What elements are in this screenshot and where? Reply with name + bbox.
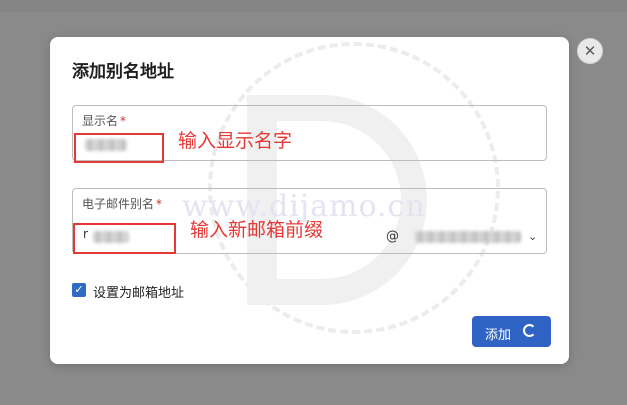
- backdrop-top-edge: [0, 0, 627, 12]
- domain-select-value-blurred[interactable]: [415, 231, 521, 243]
- set-as-mailbox-label[interactable]: 设置为邮箱地址: [93, 282, 184, 301]
- close-icon[interactable]: ✕: [577, 38, 603, 64]
- email-alias-highlight-box: [73, 223, 176, 254]
- email-alias-annotation: 输入新邮箱前缀: [190, 219, 324, 241]
- add-button[interactable]: 添加: [472, 316, 551, 347]
- at-symbol: @: [386, 229, 399, 244]
- required-mark: *: [156, 197, 163, 211]
- add-alias-dialog: www.dijamo.cn 添加别名地址 显示名 * 输入显示名字 电子邮件别名 *…: [50, 37, 569, 364]
- spinner-icon: [523, 324, 536, 337]
- email-alias-label: 电子邮件别名 *: [82, 197, 163, 211]
- chevron-down-icon[interactable]: ⌄: [528, 230, 537, 243]
- add-button-label: 添加: [485, 328, 512, 343]
- display-name-annotation: 输入显示名字: [178, 130, 293, 152]
- required-mark: *: [120, 114, 127, 128]
- set-as-mailbox-checkbox[interactable]: ✓: [72, 283, 86, 297]
- dialog-title: 添加别名地址: [72, 62, 174, 82]
- display-name-highlight-box: [74, 133, 164, 163]
- display-name-label: 显示名 *: [82, 114, 127, 128]
